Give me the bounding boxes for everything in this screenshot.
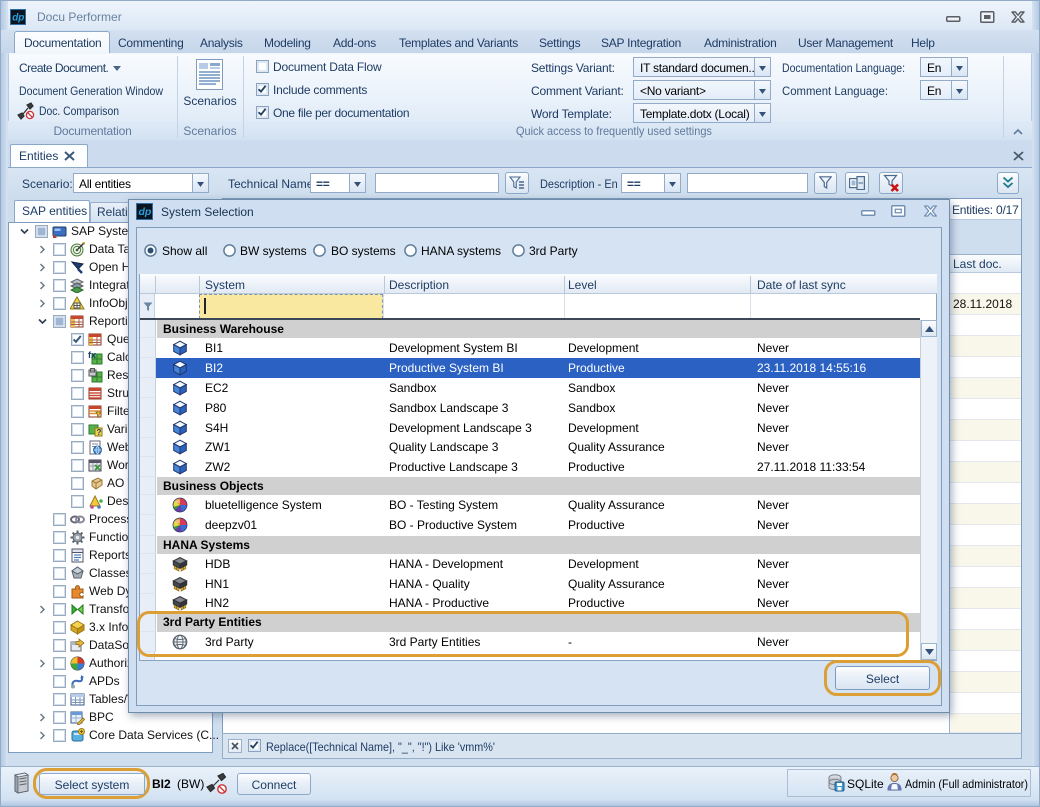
svg-text:?: ?	[97, 428, 102, 437]
svg-text:dp: dp	[139, 206, 152, 218]
svg-text:fx: fx	[88, 350, 96, 360]
svg-text:dp: dp	[12, 13, 24, 24]
